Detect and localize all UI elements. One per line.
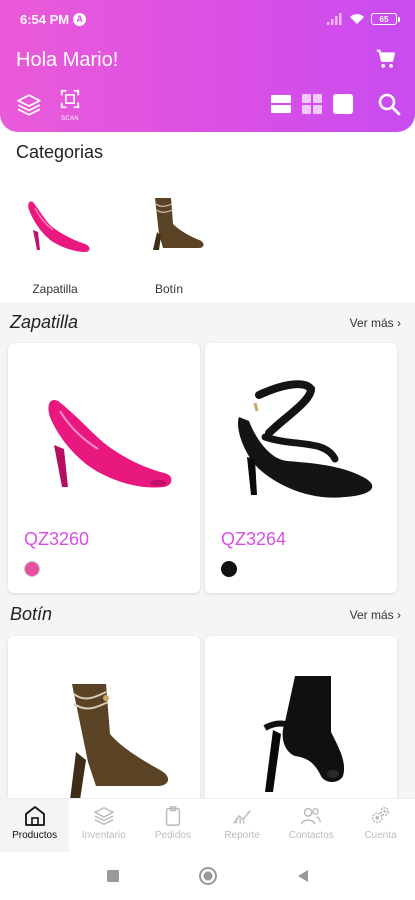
product-card-qz3260[interactable]: QZ3260 [8,343,200,593]
nav-item-pedidos[interactable]: Pedidos [138,799,207,852]
battery-level: 65 [379,14,389,24]
pump-shoe-image [28,201,90,252]
category-label: Zapatilla [32,282,78,296]
single-view-icon[interactable] [333,94,353,114]
wifi-icon [350,14,364,24]
see-more-label: Ver más [349,608,394,622]
black-peep-toe-boot-image [263,676,345,792]
categories-title: Categorias [16,142,104,162]
brown-ankle-boot-image [70,684,169,800]
gears-icon [372,806,390,824]
notification-badge: A [73,12,87,26]
section-title: Zapatilla [10,312,79,332]
battery-icon: 65 [371,13,400,25]
chevron-right-icon: › [397,316,401,330]
product-card-botin-1[interactable] [8,636,200,806]
layers-icon[interactable] [16,92,42,118]
layers-icon [93,807,114,826]
cart-icon[interactable] [375,48,397,70]
search-icon[interactable] [377,92,401,116]
greeting-title: Hola Mario! [16,49,119,71]
recents-icon[interactable] [106,869,120,883]
color-swatch[interactable] [221,561,237,577]
nav-label: Reporte [224,830,260,841]
nav-item-reporte[interactable]: Reporte [208,799,277,852]
report-icon [233,810,251,824]
section-header-zapatilla: Zapatilla Ver más › [0,312,415,340]
section-title: Botín [10,604,53,624]
black-strappy-heel-image [237,380,373,498]
see-more-link[interactable]: Ver más › [350,608,401,622]
nav-item-productos[interactable]: Productos [0,799,70,852]
nav-item-cuenta[interactable]: Cuenta [346,799,415,852]
product-code: QZ3264 [221,529,287,549]
status-bar: 6:54 PM A 65 [20,8,400,30]
system-navigation-bar [0,852,415,900]
see-more-label: Ver más [349,316,394,330]
product-code: QZ3260 [24,529,90,549]
scan-label: SCAN [61,116,79,122]
scan-button[interactable]: SCAN [57,88,83,122]
section-header-botin: Botín Ver más › [0,604,415,632]
list-view-icon[interactable] [271,95,291,113]
store-icon [24,806,45,826]
pink-pump-image [48,399,172,488]
status-time: 6:54 PM [20,11,70,27]
nav-label: Productos [12,830,58,841]
nav-label: Inventario [81,830,126,841]
signal-icon [327,13,342,25]
grid-view-icon[interactable] [302,94,322,114]
nav-item-contactos[interactable]: Contactos [277,799,346,852]
contacts-icon [301,807,322,825]
bottom-navigation: Productos Inventario Pedidos Reporte Con… [0,798,415,852]
nav-label: Contactos [288,830,334,841]
see-more-link[interactable]: Ver más › [350,316,401,330]
chevron-right-icon: › [397,608,401,622]
color-swatch[interactable] [24,561,40,577]
category-label: Botín [154,282,184,296]
scan-icon [60,89,80,109]
nav-label: Pedidos [154,830,191,841]
app-header: 6:54 PM A 65 Hola Mario! SCAN [0,0,415,132]
nav-label: Cuenta [364,830,397,841]
home-icon[interactable] [198,866,218,886]
nav-item-inventario[interactable]: Inventario [69,799,138,852]
ankle-boot-image [153,198,204,250]
product-card-qz3264[interactable]: QZ3264 [205,343,397,593]
product-card-botin-2[interactable] [205,636,397,806]
clipboard-icon [165,806,181,826]
back-icon[interactable] [296,869,310,883]
